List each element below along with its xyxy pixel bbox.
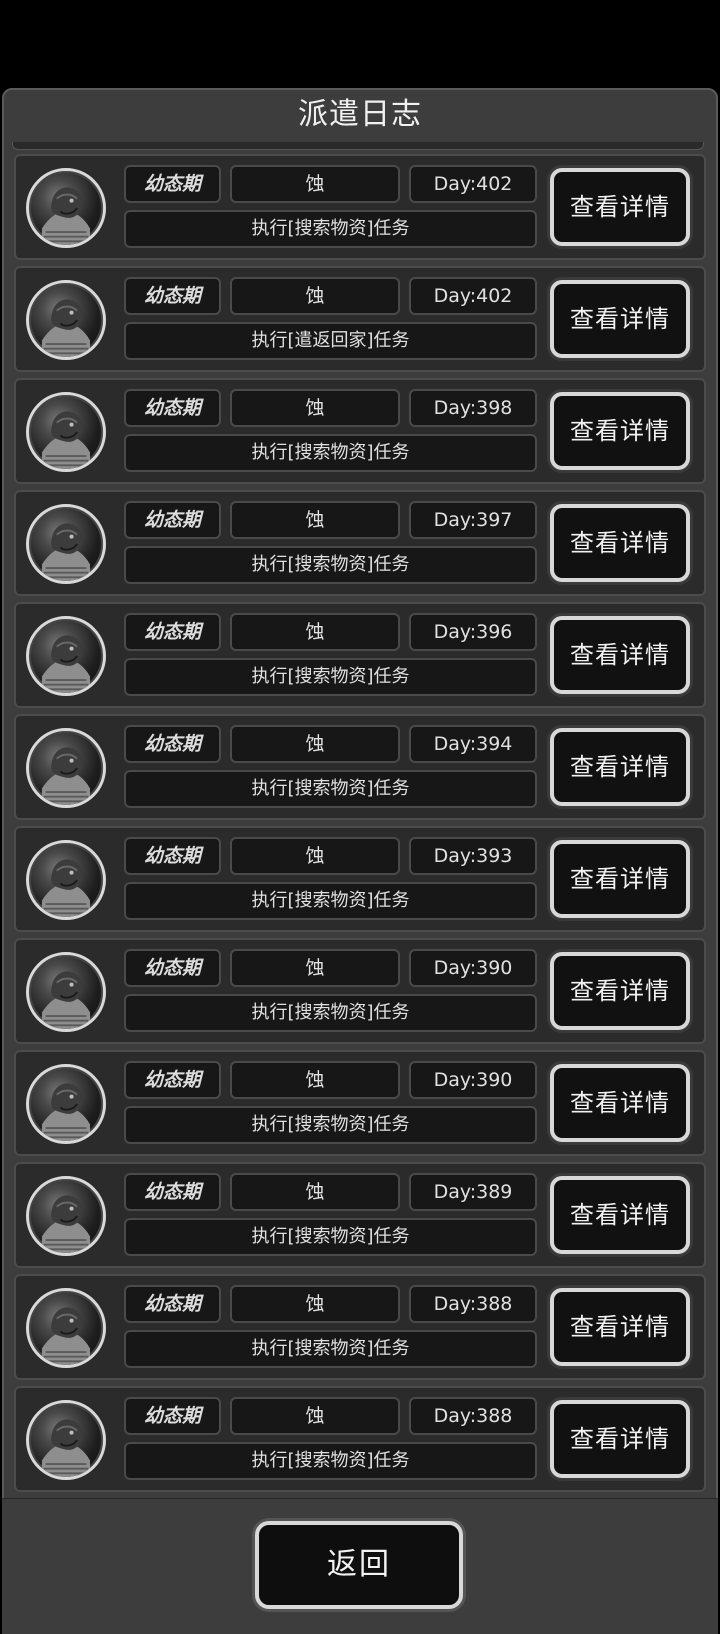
view-details-button[interactable]: 查看详情 <box>550 1400 690 1478</box>
task-description: 执行[搜索物资]任务 <box>124 1330 537 1368</box>
task-description: 执行[搜索物资]任务 <box>124 882 537 920</box>
day-count: Day:393 <box>409 837 537 875</box>
view-details-button[interactable]: 查看详情 <box>550 280 690 358</box>
list-item: 幼态期 蚀 Day:396 执行[搜索物资]任务 查看详情 <box>14 602 706 708</box>
day-count: Day:396 <box>409 613 537 651</box>
creature-avatar-icon <box>26 392 106 472</box>
creature-avatar-icon <box>26 616 106 696</box>
view-details-button[interactable]: 查看详情 <box>550 728 690 806</box>
day-count: Day:402 <box>409 277 537 315</box>
view-details-button[interactable]: 查看详情 <box>550 168 690 246</box>
creature-name: 蚀 <box>230 613 400 651</box>
task-description: 执行[遣返回家]任务 <box>124 322 537 360</box>
creature-avatar-icon <box>26 504 106 584</box>
day-count: Day:397 <box>409 501 537 539</box>
view-details-button[interactable]: 查看详情 <box>550 504 690 582</box>
task-description: 执行[搜索物资]任务 <box>124 210 537 248</box>
list-item: 幼态期 蚀 Day:393 执行[搜索物资]任务 查看详情 <box>14 826 706 932</box>
creature-name: 蚀 <box>230 837 400 875</box>
task-description: 执行[搜索物资]任务 <box>124 1218 537 1256</box>
task-description: 执行[搜索物资]任务 <box>124 658 537 696</box>
creature-avatar-icon <box>26 1288 106 1368</box>
page-title: 派遣日志 <box>298 97 422 132</box>
creature-name: 蚀 <box>230 1061 400 1099</box>
creature-avatar-icon <box>26 168 106 248</box>
view-details-button[interactable]: 查看详情 <box>550 1176 690 1254</box>
back-button[interactable]: 返回 <box>255 1521 463 1609</box>
list-item: 幼态期 蚀 Day:398 执行[搜索物资]任务 查看详情 <box>14 378 706 484</box>
view-details-button[interactable]: 查看详情 <box>550 616 690 694</box>
list-item: 幼态期 蚀 Day:402 执行[搜索物资]任务 查看详情 <box>14 154 706 260</box>
list-item-partial <box>12 142 704 150</box>
day-count: Day:388 <box>409 1397 537 1435</box>
creature-name: 蚀 <box>230 949 400 987</box>
creature-name: 蚀 <box>230 165 400 203</box>
creature-name: 蚀 <box>230 1285 400 1323</box>
view-details-button[interactable]: 查看详情 <box>550 840 690 918</box>
list-item: 幼态期 蚀 Day:390 执行[搜索物资]任务 查看详情 <box>14 1050 706 1156</box>
growth-stage-label: 幼态期 <box>124 1285 221 1323</box>
day-count: Day:394 <box>409 725 537 763</box>
growth-stage-label: 幼态期 <box>124 725 221 763</box>
task-description: 执行[搜索物资]任务 <box>124 546 537 584</box>
day-count: Day:398 <box>409 389 537 427</box>
creature-name: 蚀 <box>230 1173 400 1211</box>
day-count: Day:389 <box>409 1173 537 1211</box>
growth-stage-label: 幼态期 <box>124 277 221 315</box>
creature-name: 蚀 <box>230 725 400 763</box>
creature-avatar-icon <box>26 1400 106 1480</box>
day-count: Day:402 <box>409 165 537 203</box>
growth-stage-label: 幼态期 <box>124 613 221 651</box>
creature-avatar-icon <box>26 280 106 360</box>
day-count: Day:390 <box>409 1061 537 1099</box>
view-details-button[interactable]: 查看详情 <box>550 952 690 1030</box>
creature-name: 蚀 <box>230 501 400 539</box>
creature-name: 蚀 <box>230 1397 400 1435</box>
view-details-button[interactable]: 查看详情 <box>550 1064 690 1142</box>
list-item: 幼态期 蚀 Day:388 执行[搜索物资]任务 查看详情 <box>14 1386 706 1492</box>
list-item: 幼态期 蚀 Day:394 执行[搜索物资]任务 查看详情 <box>14 714 706 820</box>
creature-name: 蚀 <box>230 389 400 427</box>
growth-stage-label: 幼态期 <box>124 1173 221 1211</box>
creature-name: 蚀 <box>230 277 400 315</box>
task-description: 执行[搜索物资]任务 <box>124 1106 537 1144</box>
growth-stage-label: 幼态期 <box>124 949 221 987</box>
growth-stage-label: 幼态期 <box>124 1061 221 1099</box>
creature-avatar-icon <box>26 1176 106 1256</box>
day-count: Day:390 <box>409 949 537 987</box>
list-item: 幼态期 蚀 Day:402 执行[遣返回家]任务 查看详情 <box>14 266 706 372</box>
view-details-button[interactable]: 查看详情 <box>550 1288 690 1366</box>
creature-avatar-icon <box>26 840 106 920</box>
growth-stage-label: 幼态期 <box>124 1397 221 1435</box>
list-item: 幼态期 蚀 Day:397 执行[搜索物资]任务 查看详情 <box>14 490 706 596</box>
creature-avatar-icon <box>26 952 106 1032</box>
list-item: 幼态期 蚀 Day:388 执行[搜索物资]任务 查看详情 <box>14 1274 706 1380</box>
creature-avatar-icon <box>26 728 106 808</box>
creature-avatar-icon <box>26 1064 106 1144</box>
task-description: 执行[搜索物资]任务 <box>124 1442 537 1480</box>
task-description: 执行[搜索物资]任务 <box>124 994 537 1032</box>
task-description: 执行[搜索物资]任务 <box>124 434 537 472</box>
growth-stage-label: 幼态期 <box>124 165 221 203</box>
dispatch-log-list[interactable]: 幼态期 蚀 Day:402 执行[搜索物资]任务 查看详情 幼态期 蚀 Day:… <box>12 142 708 1498</box>
view-details-button[interactable]: 查看详情 <box>550 392 690 470</box>
growth-stage-label: 幼态期 <box>124 837 221 875</box>
list-item: 幼态期 蚀 Day:389 执行[搜索物资]任务 查看详情 <box>14 1162 706 1268</box>
growth-stage-label: 幼态期 <box>124 389 221 427</box>
day-count: Day:388 <box>409 1285 537 1323</box>
task-description: 执行[搜索物资]任务 <box>124 770 537 808</box>
growth-stage-label: 幼态期 <box>124 501 221 539</box>
list-item: 幼态期 蚀 Day:390 执行[搜索物资]任务 查看详情 <box>14 938 706 1044</box>
